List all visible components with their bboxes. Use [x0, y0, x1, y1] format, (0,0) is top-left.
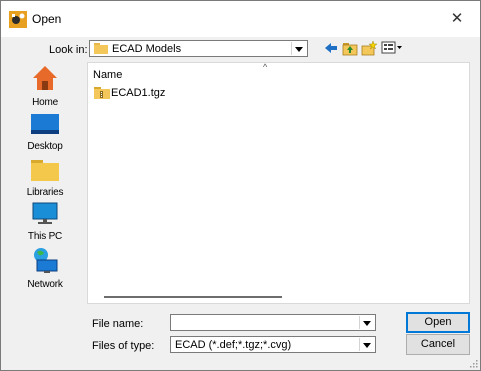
look-in-dropdown-arrow[interactable] — [291, 42, 306, 55]
resize-grip-icon[interactable] — [468, 358, 478, 368]
chevron-down-icon — [363, 321, 371, 326]
close-button[interactable]: ✕ — [434, 1, 480, 37]
place-label: Network — [27, 279, 63, 290]
look-in-dropdown[interactable]: ECAD Models — [89, 40, 308, 57]
place-label: Home — [32, 97, 58, 108]
place-this-pc[interactable]: This PC — [11, 202, 79, 242]
desktop-icon — [31, 114, 59, 134]
home-icon — [33, 66, 57, 90]
file-list[interactable]: Name ^ ECAD1.tgz — [87, 62, 470, 304]
back-icon[interactable] — [323, 40, 339, 56]
file-type-dropdown[interactable]: ECAD (*.def;*.tgz;*.cvg) — [170, 336, 376, 353]
horizontal-scrollbar[interactable] — [104, 296, 282, 298]
places-bar: Home Desktop Libraries This PC Network — [11, 64, 79, 345]
close-icon: ✕ — [450, 10, 464, 27]
this-pc-icon — [32, 202, 58, 224]
name-column-header[interactable]: Name — [93, 69, 122, 81]
cancel-button[interactable]: Cancel — [406, 334, 470, 355]
place-desktop[interactable]: Desktop — [11, 112, 79, 152]
folder-icon — [94, 43, 108, 54]
title-bar: Open ✕ — [1, 1, 480, 37]
file-name-input[interactable] — [170, 314, 376, 331]
list-item[interactable]: ECAD1.tgz — [94, 86, 174, 100]
open-button[interactable]: Open — [406, 312, 470, 333]
app-icon — [9, 11, 27, 28]
chevron-down-icon — [295, 47, 303, 52]
open-dialog: Open ✕ Look in: ECAD Models Home Desktop… — [0, 0, 481, 371]
place-label: This PC — [27, 231, 63, 242]
chevron-down-icon — [363, 343, 371, 348]
place-libraries[interactable]: Libraries — [11, 158, 79, 198]
place-home[interactable]: Home — [11, 64, 79, 108]
file-name-label: File name: — [92, 318, 144, 330]
sort-arrow-icon: ^ — [263, 62, 268, 72]
file-type-dropdown-arrow[interactable] — [359, 338, 374, 351]
file-type-value: ECAD (*.def;*.tgz;*.cvg) — [175, 339, 292, 351]
archive-file-icon — [94, 87, 110, 99]
new-folder-icon[interactable] — [361, 40, 377, 56]
file-type-label: Files of type: — [92, 340, 155, 352]
file-name: ECAD1.tgz — [111, 87, 166, 99]
place-network[interactable]: Network — [11, 246, 79, 290]
window-title: Open — [32, 12, 62, 26]
look-in-label: Look in: — [49, 44, 88, 56]
file-name-dropdown-arrow[interactable] — [359, 316, 374, 329]
up-folder-icon[interactable] — [342, 40, 358, 56]
network-icon — [34, 248, 58, 273]
look-in-value: ECAD Models — [112, 43, 182, 55]
view-menu-icon[interactable] — [381, 40, 403, 56]
libraries-icon — [31, 160, 59, 181]
place-label: Desktop — [27, 141, 63, 152]
place-label: Libraries — [26, 187, 64, 198]
